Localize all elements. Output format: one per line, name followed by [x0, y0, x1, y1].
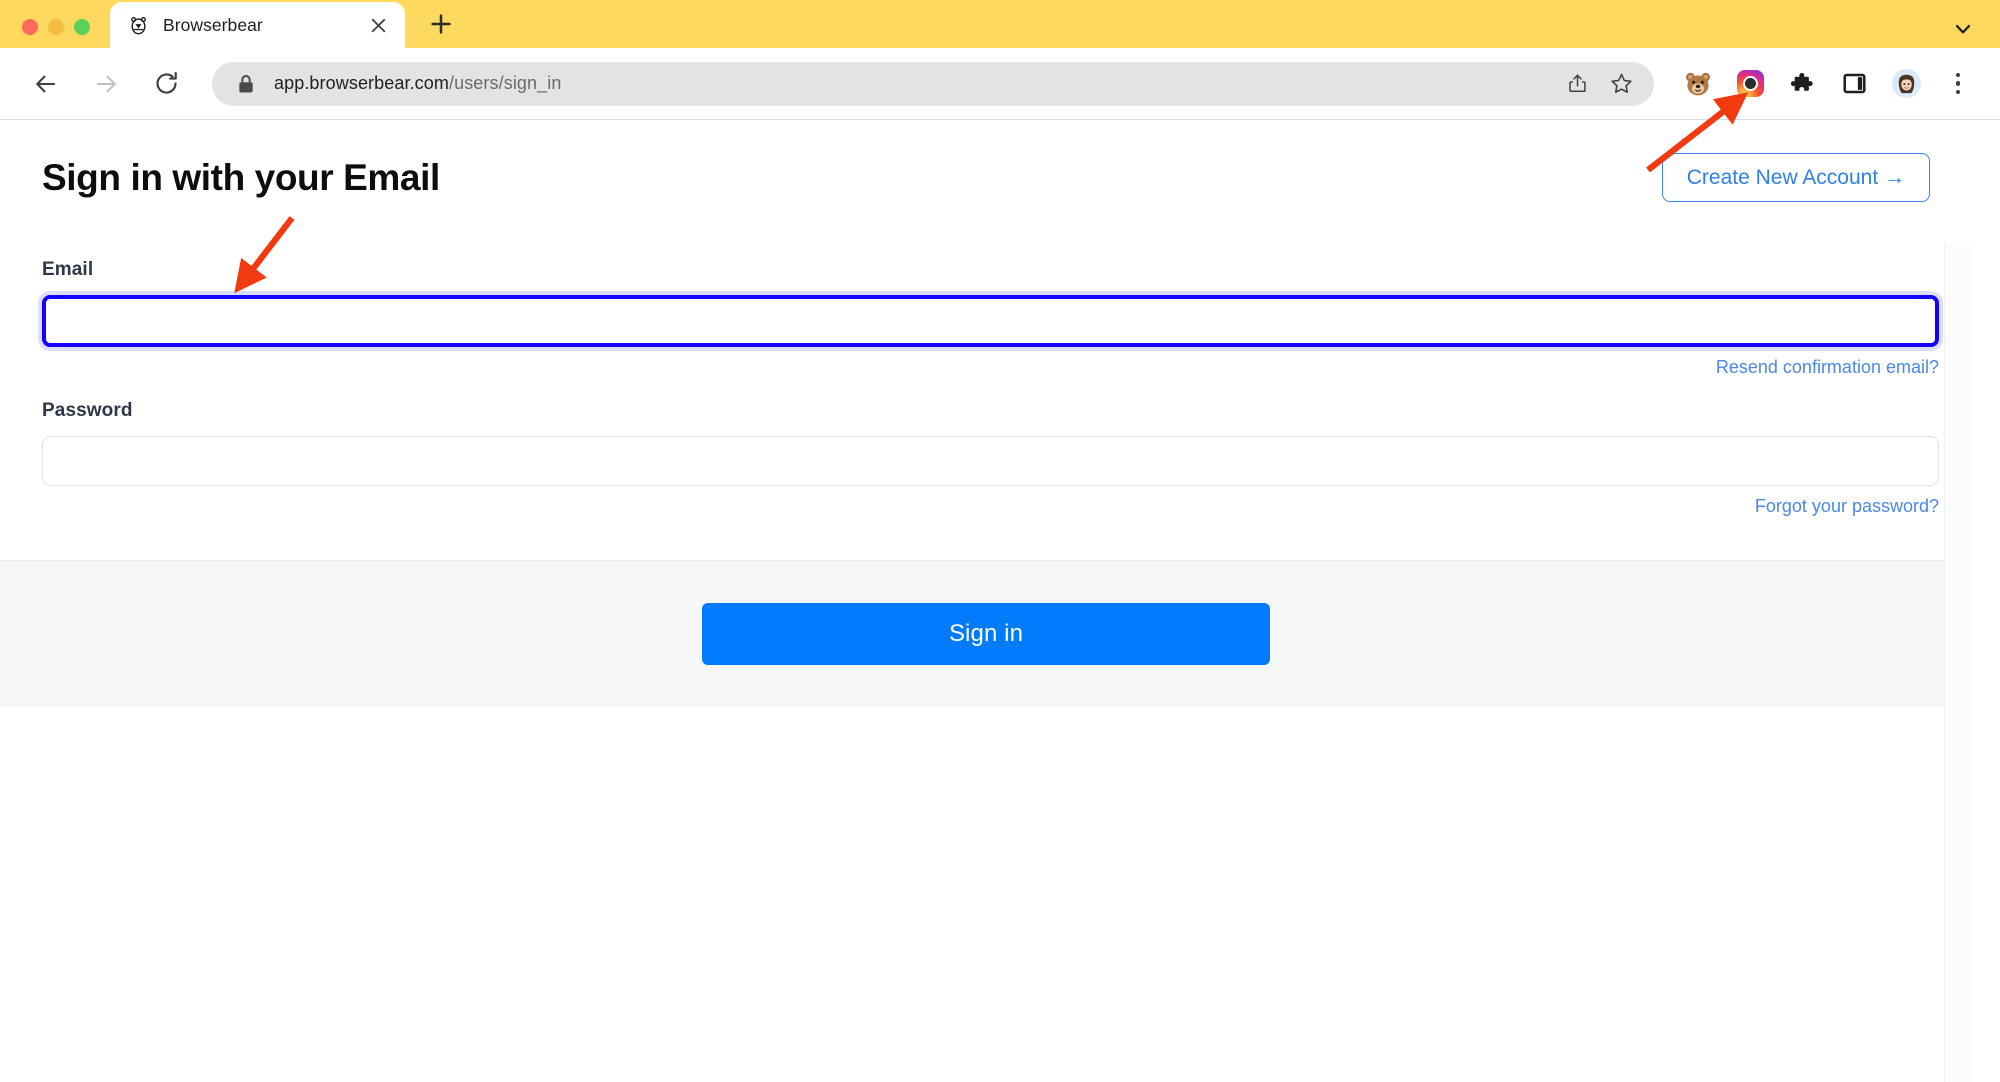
browser-title-bar: Browserbear	[0, 0, 2000, 48]
window-traffic-lights	[22, 19, 90, 35]
forgot-password-link[interactable]: Forgot your password?	[1755, 496, 1939, 516]
resend-row: Resend confirmation email?	[42, 357, 1939, 378]
new-tab-button[interactable]	[419, 2, 463, 46]
kebab-glyph	[1955, 72, 1961, 95]
page-viewport: Sign in with your Email Create New Accou…	[0, 121, 1972, 1082]
sign-in-form: Email Resend confirmation email? Passwor…	[0, 241, 1972, 517]
address-bar-url: app.browserbear.com/users/sign_in	[274, 73, 1550, 94]
vertical-scrollbar[interactable]	[1944, 242, 1972, 1082]
create-new-account-button[interactable]: Create New Account →	[1661, 153, 1930, 202]
forgot-row: Forgot your password?	[42, 496, 1939, 517]
tab-title: Browserbear	[163, 14, 263, 35]
browserbear-extension-icon[interactable]	[1676, 62, 1720, 106]
tab-strip: Browserbear	[110, 2, 463, 48]
chevron-down-icon[interactable]	[1948, 14, 1978, 44]
page-header: Sign in with your Email Create New Accou…	[0, 121, 1972, 241]
reload-button[interactable]	[142, 60, 190, 108]
lock-icon	[234, 72, 258, 96]
page-title: Sign in with your Email	[42, 157, 440, 198]
email-label: Email	[42, 259, 94, 280]
extension-tray	[1662, 62, 1984, 106]
avatar	[1891, 69, 1921, 98]
submit-band: Sign in	[0, 560, 1972, 707]
url-path: /users/sign_in	[449, 73, 562, 93]
browser-window: Browserbear app.browserbear.com/users/si…	[0, 0, 2000, 1082]
email-input[interactable]	[38, 291, 1943, 351]
puzzle-extensions-icon[interactable]	[1780, 62, 1824, 106]
browser-tab-browserbear[interactable]: Browserbear	[110, 2, 405, 48]
back-button[interactable]	[22, 60, 70, 108]
instagram-glyph	[1736, 70, 1764, 97]
minimize-window-button[interactable]	[48, 19, 64, 35]
close-window-button[interactable]	[22, 19, 38, 35]
star-icon[interactable]	[1604, 67, 1638, 101]
password-input[interactable]	[42, 436, 1939, 486]
share-icon[interactable]	[1560, 67, 1594, 101]
close-tab-button[interactable]	[365, 12, 391, 38]
side-panel-icon[interactable]	[1832, 62, 1876, 106]
maximize-window-button[interactable]	[74, 19, 90, 35]
bear-favicon	[128, 15, 149, 36]
profile-avatar[interactable]	[1884, 62, 1928, 106]
resend-confirmation-link[interactable]: Resend confirmation email?	[1716, 357, 1939, 377]
url-domain: app.browserbear.com	[274, 73, 449, 93]
password-label: Password	[42, 400, 133, 421]
chrome-menu-icon[interactable]	[1936, 62, 1980, 106]
sign-in-button[interactable]: Sign in	[702, 603, 1270, 665]
camera-ring	[1742, 76, 1758, 91]
browser-toolbar: app.browserbear.com/users/sign_in	[0, 48, 2000, 120]
address-bar[interactable]: app.browserbear.com/users/sign_in	[212, 61, 1654, 106]
instagram-extension-icon[interactable]	[1728, 62, 1772, 106]
forward-button[interactable]	[82, 60, 130, 108]
